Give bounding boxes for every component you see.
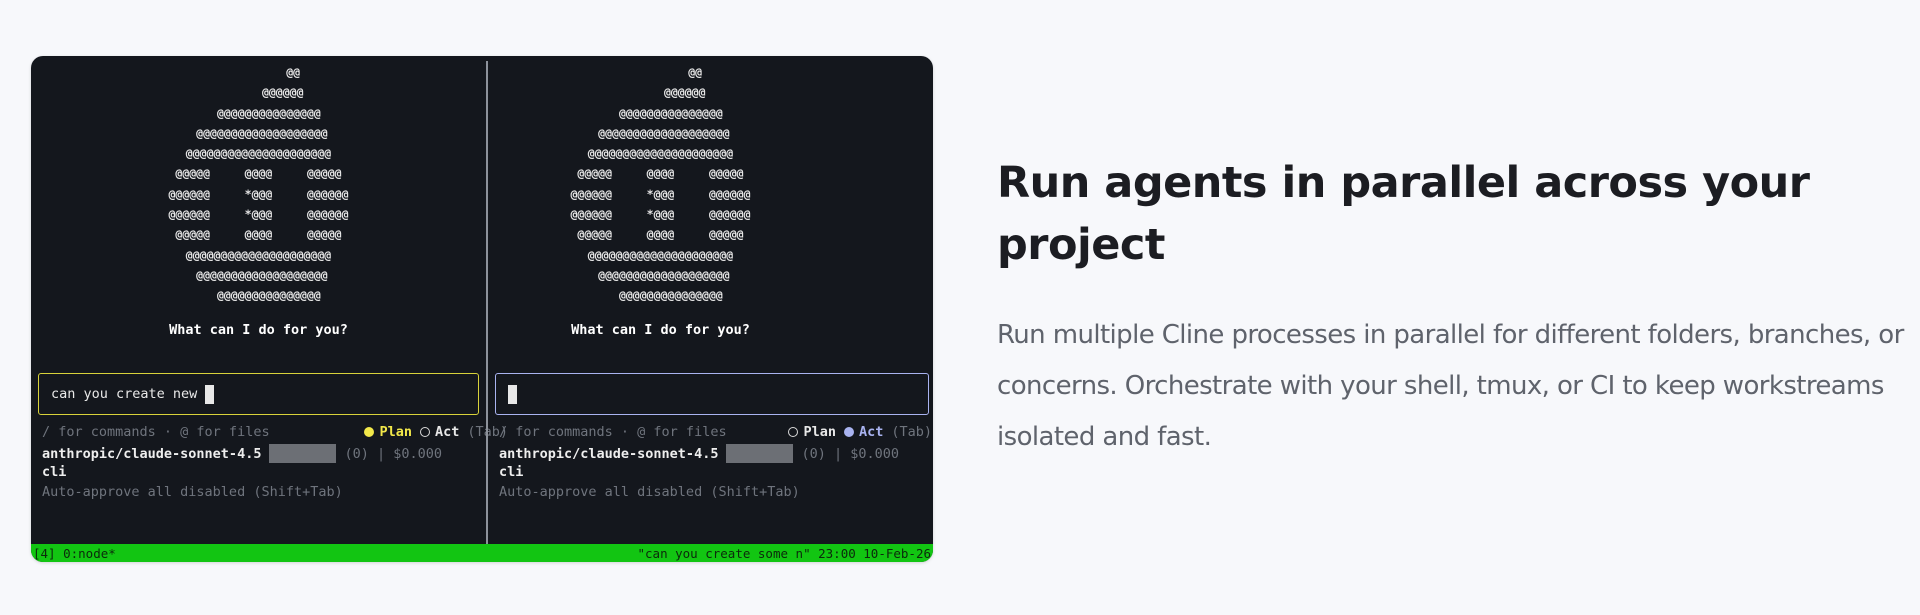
- model-row: anthropic/claude-sonnet-4.5 (0) | $0.000: [42, 444, 442, 463]
- context-usage-bar: [269, 444, 337, 463]
- cli-label: cli: [499, 464, 524, 480]
- mode-act-option[interactable]: Act: [859, 424, 883, 440]
- model-name: anthropic/claude-sonnet-4.5: [499, 445, 719, 462]
- token-count: (0): [801, 445, 826, 462]
- terminal-pane-right[interactable]: @@ @@@@@@ @@@@@@@@@@@@@@@ @@@@@@@@@@@@@@…: [488, 56, 933, 544]
- command-hint: / for commands · @ for files: [499, 424, 727, 440]
- mode-act-option[interactable]: Act: [435, 424, 459, 440]
- plan-selected-dot-icon: [364, 427, 375, 437]
- mode-plan-option[interactable]: Plan: [803, 424, 836, 440]
- token-count: (0): [344, 445, 369, 462]
- cli-label: cli: [42, 464, 67, 480]
- prompt-input[interactable]: can you create new: [38, 373, 479, 415]
- model-name: anthropic/claude-sonnet-4.5: [42, 445, 262, 462]
- context-usage-bar: [726, 444, 794, 463]
- terminal-pane-left[interactable]: @@ @@@@@@ @@@@@@@@@@@@@@@ @@@@@@@@@@@@@@…: [31, 56, 508, 544]
- greeting-text: What can I do for you?: [169, 322, 348, 338]
- tmux-status-bar: [4] 0:node* "can you create some n" 23:0…: [31, 544, 933, 562]
- mode-plan-option[interactable]: Plan: [379, 424, 412, 440]
- text-cursor: [205, 384, 215, 404]
- cline-ascii-logo: @@ @@@@@@ @@@@@@@@@@@@@@@ @@@@@@@@@@@@@@…: [168, 65, 349, 303]
- prompt-input[interactable]: [495, 373, 929, 415]
- model-row: anthropic/claude-sonnet-4.5 (0) | $0.000: [499, 444, 899, 463]
- cost-readout: | $0.000: [376, 445, 443, 462]
- section-description: Run multiple Cline processes in parallel…: [997, 320, 1904, 452]
- plan-unselected-dot-icon: [788, 427, 799, 437]
- tab-hint: (Tab): [891, 424, 932, 440]
- text-cursor: [508, 384, 517, 404]
- tmux-window-list[interactable]: [4] 0:node*: [33, 546, 116, 561]
- cost-readout: | $0.000: [833, 445, 900, 462]
- prompt-input-value: can you create new: [51, 386, 198, 402]
- auto-approve-status: Auto-approve all disabled (Shift+Tab): [42, 484, 343, 500]
- hint-row: / for commands · @ for files Plan Act (T…: [42, 424, 508, 440]
- terminal-window: @@ @@@@@@ @@@@@@@@@@@@@@@ @@@@@@@@@@@@@@…: [31, 56, 933, 562]
- mode-toggle[interactable]: Plan Act (Tab): [788, 424, 932, 440]
- act-selected-dot-icon: [843, 427, 854, 437]
- tmux-status-right: "can you create some n" 23:00 10-Feb-26: [637, 545, 932, 561]
- command-hint: / for commands · @ for files: [42, 424, 270, 440]
- hint-row: / for commands · @ for files Plan Act (T…: [499, 424, 932, 440]
- cline-ascii-logo: @@ @@@@@@ @@@@@@@@@@@@@@@ @@@@@@@@@@@@@@…: [570, 65, 751, 303]
- section-heading: Run agents in parallel across your proje…: [997, 158, 1810, 270]
- greeting-text: What can I do for you?: [571, 322, 750, 338]
- auto-approve-status: Auto-approve all disabled (Shift+Tab): [499, 484, 800, 500]
- act-unselected-dot-icon: [419, 427, 430, 437]
